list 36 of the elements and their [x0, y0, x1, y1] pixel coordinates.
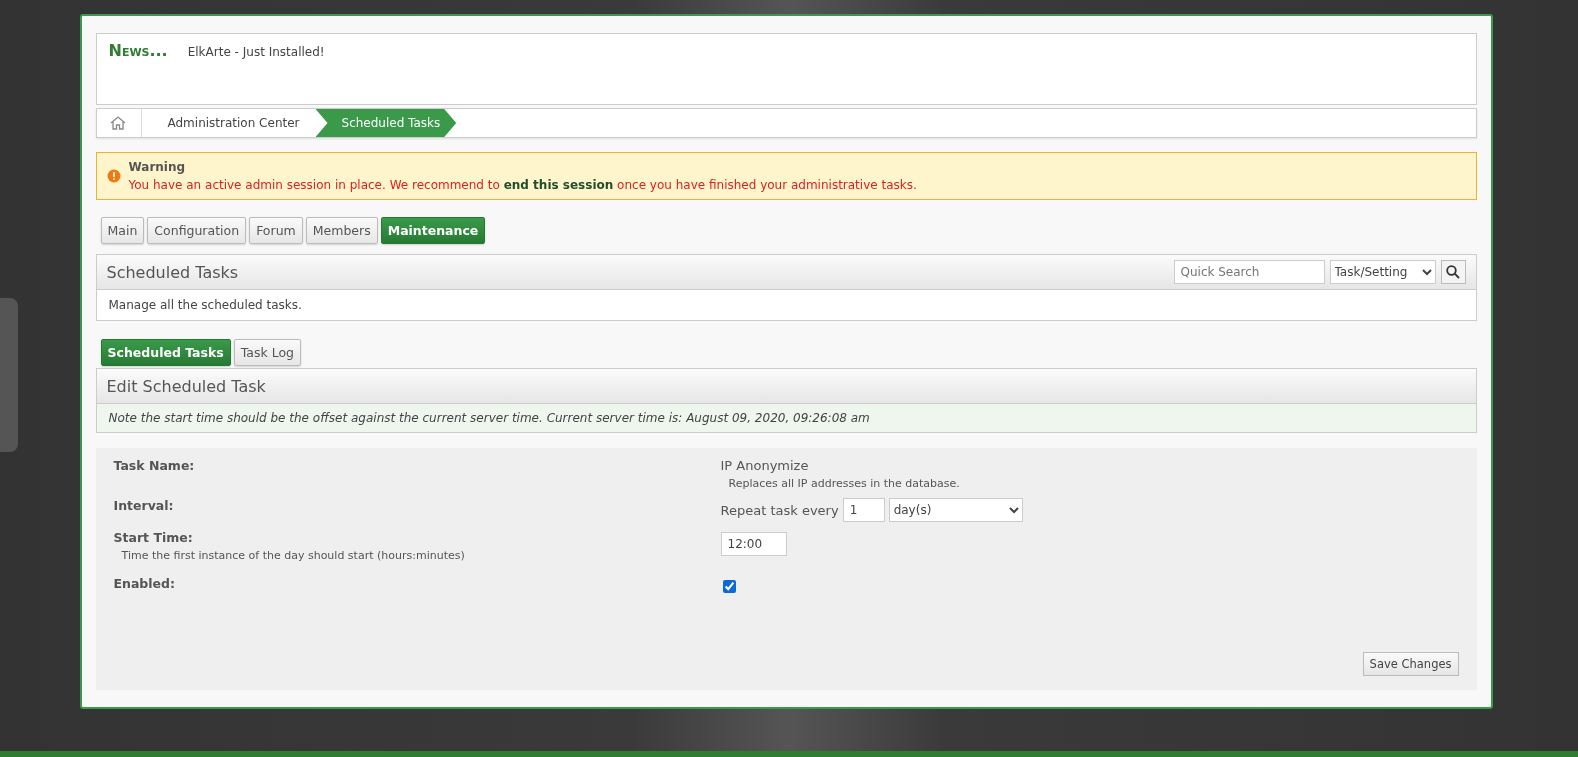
- warning-icon: [106, 169, 121, 183]
- news-text: ElkArte - Just Installed!: [187, 44, 325, 61]
- search-button[interactable]: [1440, 260, 1466, 284]
- scope-select[interactable]: Task/Setting: [1329, 260, 1436, 284]
- breadcrumb-link[interactable]: Administration Center: [140, 109, 316, 137]
- unit-select[interactable]: day(s): [888, 498, 1023, 522]
- admin-tab[interactable]: Configuration: [147, 217, 247, 244]
- section-title: Scheduled Tasks: [106, 262, 239, 282]
- field-label: Enabled:: [113, 576, 176, 591]
- enabled-checkbox[interactable]: [722, 580, 736, 593]
- server-time-note: Note the start time should be the offset against the current server time. Current server time is: August 09, 2020, 09:26:08 am: [96, 404, 1476, 432]
- edit-title: Edit Scheduled Task: [106, 376, 266, 396]
- breadcrumb-link[interactable]: Scheduled Tasks: [315, 109, 457, 137]
- field-description: Time the first instance of the day should start (hours:minutes): [121, 549, 466, 562]
- field-value: IP Anonymize: [720, 458, 809, 473]
- admin-tab[interactable]: Maintenance: [380, 217, 486, 244]
- warning-message: You have an active admin session in place. We recommend to end this session once you have finished your administrative tasks.: [128, 178, 917, 192]
- admin-tab[interactable]: Main: [100, 217, 145, 244]
- news-heading: News...: [108, 43, 168, 62]
- field-description: Replaces all IP addresses in the database.: [728, 477, 961, 490]
- time-input[interactable]: 12:00: [720, 532, 787, 556]
- field-prefix: Repeat task every: [720, 502, 839, 518]
- sub-tab[interactable]: Scheduled Tasks: [100, 339, 231, 366]
- field-label: Interval:: [113, 498, 174, 513]
- sub-tab[interactable]: Task Log: [233, 339, 302, 366]
- save-button[interactable]: Save Changes: [1362, 652, 1459, 676]
- section-description: Manage all the scheduled tasks.: [107, 297, 303, 314]
- search-field[interactable]: Quick Search: [1173, 260, 1325, 284]
- admin-tab[interactable]: Forum: [249, 217, 303, 244]
- admin-tab[interactable]: Members: [305, 217, 378, 244]
- field-label: Task Name:: [113, 458, 195, 473]
- home-icon[interactable]: [108, 114, 127, 132]
- search-icon: [1446, 265, 1460, 279]
- interval-input[interactable]: 1: [842, 498, 885, 522]
- field-label: Start Time:: [113, 530, 193, 545]
- warning-title: Warning: [128, 160, 187, 174]
